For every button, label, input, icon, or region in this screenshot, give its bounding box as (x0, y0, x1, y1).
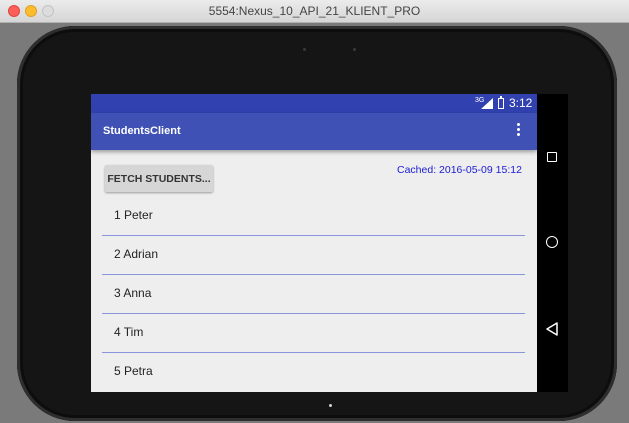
student-label: 1 Peter (114, 208, 153, 222)
camera-dot (353, 48, 356, 51)
window-titlebar[interactable]: 5554:Nexus_10_API_21_KLIENT_PRO (0, 0, 629, 23)
device-screen: 3G 3:12 StudentsClient FETCH STUDENTS...… (91, 94, 568, 392)
list-item[interactable]: 1 Peter (102, 197, 525, 236)
more-vert-icon[interactable] (511, 123, 525, 141)
status-bar: 3G 3:12 (91, 94, 537, 113)
battery-icon (498, 96, 504, 109)
student-label: 5 Petra (114, 364, 153, 378)
list-item[interactable]: 5 Petra (102, 353, 525, 391)
app-bar: StudentsClient (91, 113, 537, 150)
list-item[interactable]: 3 Anna (102, 275, 525, 314)
sensor-dot (303, 48, 306, 51)
emulator-window: 5554:Nexus_10_API_21_KLIENT_PRO 3G 3:12 … (0, 0, 629, 423)
app-title: StudentsClient (103, 125, 181, 137)
main-content: FETCH STUDENTS... Cached: 2016-05-09 15:… (91, 150, 537, 392)
emulator-area: 3G 3:12 StudentsClient FETCH STUDENTS...… (0, 23, 629, 423)
student-label: 3 Anna (114, 286, 152, 300)
navigation-bar (537, 94, 568, 392)
list-item[interactable]: 2 Adrian (102, 236, 525, 275)
student-label: 4 Tim (114, 325, 144, 339)
circle-icon[interactable] (546, 236, 558, 248)
cached-timestamp: Cached: 2016-05-09 15:12 (397, 164, 522, 176)
list-item[interactable]: 4 Tim (102, 314, 525, 353)
status-time: 3:12 (509, 96, 533, 110)
triangle-back-icon[interactable] (545, 322, 559, 336)
students-list: 1 Peter 2 Adrian 3 Anna 4 Tim 5 Petra (102, 197, 525, 391)
bottom-dot (329, 404, 332, 407)
square-icon[interactable] (547, 152, 557, 162)
fetch-students-button[interactable]: FETCH STUDENTS... (105, 165, 213, 192)
student-label: 2 Adrian (114, 247, 159, 261)
window-title: 5554:Nexus_10_API_21_KLIENT_PRO (208, 4, 421, 18)
signal-icon (481, 98, 493, 109)
